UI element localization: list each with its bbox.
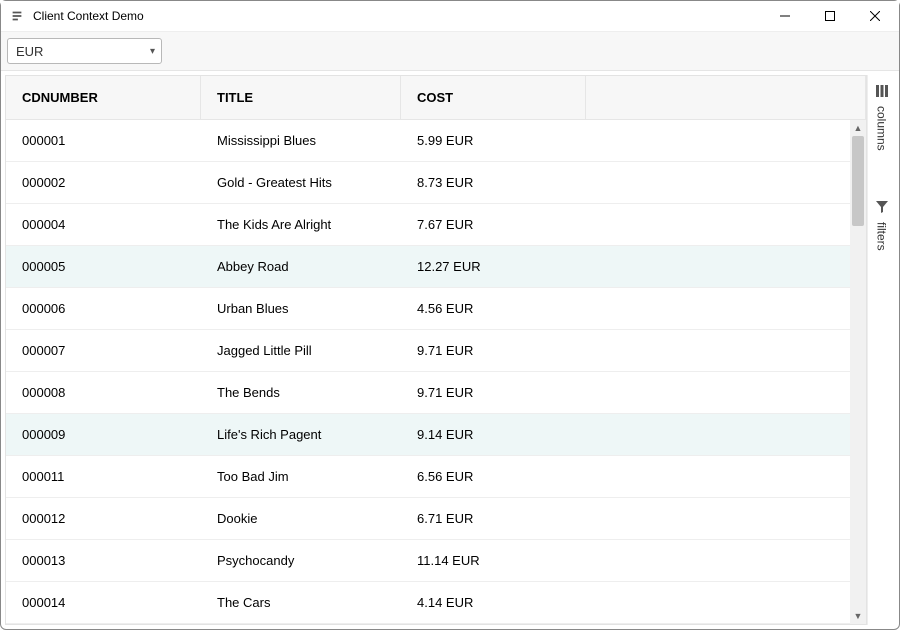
table-row[interactable]: 000002Gold - Greatest Hits8.73 EUR	[6, 162, 850, 204]
chevron-down-icon: ▾	[150, 46, 155, 57]
table-row[interactable]: 000001Mississippi Blues5.99 EUR	[6, 120, 850, 162]
grid-body: 000001Mississippi Blues5.99 EUR000002Gol…	[6, 120, 850, 624]
toolbar: EUR ▾	[1, 31, 899, 71]
currency-dropdown[interactable]: EUR ▾	[7, 38, 162, 64]
table-row[interactable]: 000012Dookie6.71 EUR	[6, 498, 850, 540]
cell-cost: 11.14 EUR	[401, 553, 586, 568]
cell-title: Life's Rich Pagent	[201, 427, 401, 442]
cell-cdnumber: 000011	[6, 469, 201, 484]
table-row[interactable]: 000007Jagged Little Pill9.71 EUR	[6, 330, 850, 372]
cell-title: Urban Blues	[201, 301, 401, 316]
cell-cdnumber: 000013	[6, 553, 201, 568]
table-row[interactable]: 000005Abbey Road12.27 EUR	[6, 246, 850, 288]
cell-cost: 6.71 EUR	[401, 511, 586, 526]
cell-cdnumber: 000014	[6, 595, 201, 610]
table-row[interactable]: 000013Psychocandy11.14 EUR	[6, 540, 850, 582]
table-row[interactable]: 000008The Bends9.71 EUR	[6, 372, 850, 414]
table-row[interactable]: 000009Life's Rich Pagent9.14 EUR	[6, 414, 850, 456]
table-row[interactable]: 000006Urban Blues4.56 EUR	[6, 288, 850, 330]
cell-title: The Cars	[201, 595, 401, 610]
cell-cdnumber: 000005	[6, 259, 201, 274]
cell-title: Jagged Little Pill	[201, 343, 401, 358]
columns-panel-toggle[interactable]: columns	[875, 85, 889, 151]
maximize-button[interactable]	[807, 2, 852, 30]
window-controls	[762, 2, 897, 30]
currency-dropdown-value: EUR	[16, 44, 43, 59]
data-grid: CDNUMBER TITLE COST 000001Mississippi Bl…	[5, 75, 867, 625]
cell-cdnumber: 000007	[6, 343, 201, 358]
filter-icon	[876, 201, 888, 216]
cell-title: Mississippi Blues	[201, 133, 401, 148]
grid-header-row: CDNUMBER TITLE COST	[6, 76, 866, 120]
cell-title: The Bends	[201, 385, 401, 400]
scroll-down-button[interactable]: ▼	[850, 608, 866, 624]
cell-cost: 12.27 EUR	[401, 259, 586, 274]
scroll-thumb[interactable]	[852, 136, 864, 226]
cell-title: The Kids Are Alright	[201, 217, 401, 232]
cell-cdnumber: 000002	[6, 175, 201, 190]
cell-cdnumber: 000008	[6, 385, 201, 400]
table-row[interactable]: 000011Too Bad Jim6.56 EUR	[6, 456, 850, 498]
cell-title: Abbey Road	[201, 259, 401, 274]
cell-cdnumber: 000012	[6, 511, 201, 526]
cell-cost: 8.73 EUR	[401, 175, 586, 190]
cell-cost: 9.14 EUR	[401, 427, 586, 442]
cell-cost: 4.14 EUR	[401, 595, 586, 610]
column-header-empty	[586, 76, 866, 119]
cell-cdnumber: 000006	[6, 301, 201, 316]
vertical-scrollbar[interactable]: ▲ ▼	[850, 120, 866, 624]
columns-icon	[876, 85, 888, 100]
scroll-up-button[interactable]: ▲	[850, 120, 866, 136]
minimize-button[interactable]	[762, 2, 807, 30]
content-area: CDNUMBER TITLE COST 000001Mississippi Bl…	[1, 71, 899, 629]
cell-cost: 9.71 EUR	[401, 385, 586, 400]
app-icon	[9, 8, 25, 24]
cell-title: Gold - Greatest Hits	[201, 175, 401, 190]
filters-panel-label: filters	[875, 222, 889, 251]
table-row[interactable]: 000014The Cars4.14 EUR	[6, 582, 850, 624]
close-button[interactable]	[852, 2, 897, 30]
cell-cost: 9.71 EUR	[401, 343, 586, 358]
cell-cost: 5.99 EUR	[401, 133, 586, 148]
cell-cdnumber: 000001	[6, 133, 201, 148]
column-header-cost[interactable]: COST	[401, 76, 586, 119]
cell-title: Too Bad Jim	[201, 469, 401, 484]
filters-panel-toggle[interactable]: filters	[875, 201, 889, 251]
cell-cost: 4.56 EUR	[401, 301, 586, 316]
cell-cost: 7.67 EUR	[401, 217, 586, 232]
window-titlebar: Client Context Demo	[1, 1, 899, 31]
column-header-title[interactable]: TITLE	[201, 76, 401, 119]
column-header-cdnumber[interactable]: CDNUMBER	[6, 76, 201, 119]
cell-cdnumber: 000004	[6, 217, 201, 232]
window-title: Client Context Demo	[33, 9, 762, 23]
table-row[interactable]: 000004The Kids Are Alright7.67 EUR	[6, 204, 850, 246]
cell-title: Dookie	[201, 511, 401, 526]
columns-panel-label: columns	[875, 106, 889, 151]
right-sidebar: columns filters	[867, 75, 895, 625]
cell-cost: 6.56 EUR	[401, 469, 586, 484]
cell-title: Psychocandy	[201, 553, 401, 568]
cell-cdnumber: 000009	[6, 427, 201, 442]
